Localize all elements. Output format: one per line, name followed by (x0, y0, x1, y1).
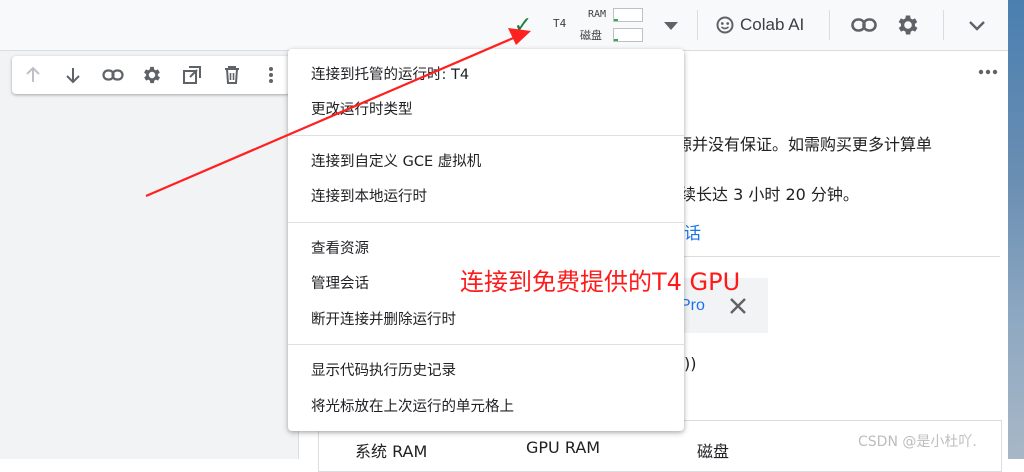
dropdown-arrow-icon[interactable] (660, 15, 682, 37)
chevron-down-icon[interactable] (965, 14, 989, 38)
col-gpu-ram: GPU RAM (526, 438, 601, 457)
check-icon[interactable]: ✓ (510, 12, 536, 38)
colab-ai-icon (716, 16, 734, 34)
watermark: CSDN @是小杜吖. (858, 434, 977, 450)
left-gutter (0, 51, 298, 459)
paren-text: )) (684, 354, 697, 373)
menu-item-view-resources[interactable]: 查看资源 (288, 232, 684, 266)
accelerator-label: T4 (553, 17, 567, 30)
menu-item-connect-hosted[interactable]: 连接到托管的运行时: T4 (288, 58, 684, 92)
menu-item-execution-history[interactable]: 显示代码执行历史记录 (288, 354, 684, 388)
more-horiz-icon[interactable] (976, 60, 1000, 84)
col-disk: 磁盘 (697, 442, 730, 461)
menu-divider (288, 222, 684, 223)
annotation-text: 连接到免费提供的T4 GPU (460, 268, 741, 296)
arrow-up-icon[interactable] (20, 62, 46, 88)
arrow-down-icon[interactable] (60, 62, 86, 88)
desktop-background-strip (1008, 0, 1024, 459)
mirror-cell-icon[interactable] (179, 62, 205, 88)
gear-icon[interactable] (139, 62, 165, 88)
disk-label: 磁盘 (580, 29, 602, 42)
separator (697, 10, 698, 40)
menu-item-connect-local[interactable]: 连接到本地运行时 (288, 180, 684, 214)
info-link[interactable]: 话 (684, 219, 701, 244)
link-icon[interactable] (850, 12, 878, 38)
colab-ai-label: Colab AI (740, 15, 805, 34)
separator (943, 10, 944, 40)
delete-icon[interactable] (219, 62, 245, 88)
menu-item-connect-gce[interactable]: 连接到自定义 GCE 虚拟机 (288, 145, 684, 179)
menu-item-disconnect-delete[interactable]: 断开连接并删除运行时 (288, 303, 684, 337)
close-icon[interactable] (726, 294, 750, 318)
settings-icon[interactable] (894, 11, 922, 39)
menu-divider (288, 344, 684, 345)
link-icon[interactable] (100, 62, 126, 88)
runtime-dropdown-menu: 连接到托管的运行时: T4 更改运行时类型 连接到自定义 GCE 虚拟机 连接到… (288, 49, 684, 431)
top-toolbar: ✓ T4 RAM 磁盘 Colab AI (0, 0, 1008, 51)
ram-label: RAM (588, 9, 607, 20)
col-system-ram: 系统 RAM (355, 442, 428, 461)
cell-toolbar (12, 56, 290, 94)
disk-meter[interactable] (613, 28, 643, 42)
info-text-line-2: 续长达 3 小时 20 分钟。 (680, 185, 859, 204)
ram-meter[interactable] (613, 8, 643, 22)
menu-item-cursor-last-run[interactable]: 将光标放在上次运行的单元格上 (288, 390, 684, 424)
info-text-line-1: 源并没有保证。如需购买更多计算单 (676, 135, 933, 154)
menu-item-change-runtime-type[interactable]: 更改运行时类型 (288, 93, 684, 127)
separator (829, 10, 830, 40)
more-vert-icon[interactable] (258, 62, 284, 88)
menu-divider (288, 135, 684, 136)
colab-ai-button[interactable]: Colab AI (716, 13, 804, 37)
